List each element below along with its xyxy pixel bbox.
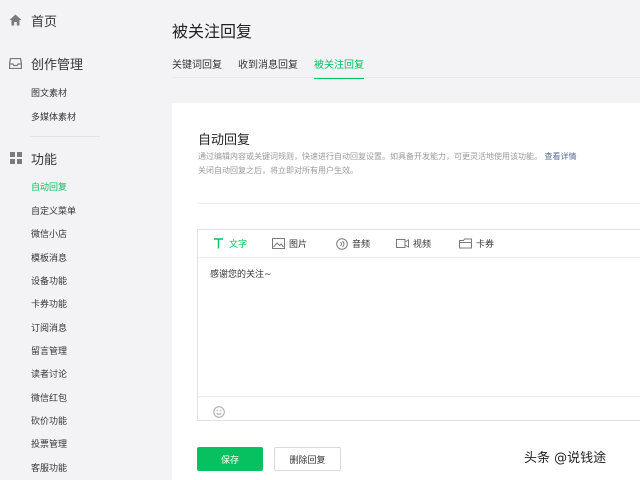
- desc-line2: 关闭自动回复之后，将立即对所有用户生效。: [198, 166, 358, 175]
- editor-footer-divider: [198, 396, 640, 397]
- nav-sub-item[interactable]: 留言管理: [31, 344, 67, 357]
- tool-video-label: 视频: [413, 240, 432, 250]
- image-icon: [272, 238, 285, 250]
- tool-image[interactable]: 图片: [272, 237, 307, 250]
- nav-sub-item[interactable]: 投票管理: [31, 437, 67, 450]
- panel-divider: [198, 203, 640, 204]
- tab-keyword-reply[interactable]: 关键词回复: [172, 56, 222, 79]
- nav-sub-item[interactable]: 客服功能: [31, 461, 67, 474]
- reply-content-text[interactable]: 感谢您的关注~: [210, 267, 272, 280]
- card-icon: [459, 238, 472, 250]
- tool-text-label: 文字: [229, 240, 248, 250]
- app-root: 首页 创作管理 图文素材 多媒体素材 功能 自动回复 自定义菜单 微信小店 模板…: [0, 0, 640, 480]
- reply-editor: 文字 图片 音频 视频 卡券 感谢您的关注~: [197, 229, 640, 421]
- nav-sub-item-auto-reply[interactable]: 自动回复: [31, 180, 67, 193]
- nav-home-label: 首页: [31, 14, 58, 30]
- main-content: 被关注回复 关键词回复 收到消息回复 被关注回复 自动回复 通过编辑内容或关键词…: [145, 0, 640, 480]
- nav-sub-item[interactable]: 模板消息: [31, 251, 67, 264]
- nav-sub-item[interactable]: 卡券功能: [31, 297, 67, 310]
- nav-sub-item[interactable]: 设备功能: [31, 274, 67, 287]
- tab-follow-reply[interactable]: 被关注回复: [314, 56, 364, 79]
- save-button[interactable]: 保存: [197, 447, 263, 471]
- nav-sub-item[interactable]: 多媒体素材: [31, 110, 76, 123]
- inbox-icon: [8, 56, 23, 71]
- panel-description: 通过编辑内容或关键词规则，快速进行自动回复设置。如具备开发能力，可更灵活地使用该…: [198, 150, 638, 178]
- sidebar-divider: [30, 136, 100, 137]
- panel-title: 自动回复: [198, 133, 251, 148]
- page-title: 被关注回复: [172, 22, 253, 41]
- tab-message-reply[interactable]: 收到消息回复: [238, 56, 298, 79]
- audio-icon: [335, 237, 348, 250]
- auto-reply-panel: 自动回复 通过编辑内容或关键词规则，快速进行自动回复设置。如具备开发能力，可更灵…: [172, 103, 640, 480]
- nav-creation-label: 创作管理: [31, 57, 84, 73]
- nav-sub-item[interactable]: 读者讨论: [31, 367, 67, 380]
- nav-sub-item[interactable]: 图文素材: [31, 86, 67, 99]
- tool-text[interactable]: 文字: [212, 237, 247, 250]
- tool-audio-label: 音频: [352, 240, 371, 250]
- delete-reply-button[interactable]: 删除回复: [274, 447, 341, 471]
- nav-sub-item[interactable]: 微信小店: [31, 227, 67, 240]
- tool-card-label: 卡券: [476, 240, 495, 250]
- watermark: 头条 @说钱途: [524, 451, 607, 466]
- tool-audio[interactable]: 音频: [335, 237, 370, 250]
- nav-sub-item[interactable]: 砍价功能: [31, 414, 67, 427]
- home-icon: [8, 13, 23, 28]
- tool-card[interactable]: 卡券: [459, 237, 494, 250]
- nav-home[interactable]: 首页: [8, 8, 57, 32]
- tab-bar: 关键词回复 收到消息回复 被关注回复: [172, 56, 364, 79]
- text-icon: [212, 238, 225, 250]
- tab-divider: [172, 77, 640, 78]
- nav-sub-item[interactable]: 自定义菜单: [31, 204, 76, 217]
- nav-creation[interactable]: 创作管理: [8, 51, 83, 75]
- editor-toolbar: 文字 图片 音频 视频 卡券: [198, 230, 640, 258]
- view-details-link[interactable]: 查看详情: [545, 152, 577, 161]
- grid-icon: [8, 151, 23, 166]
- nav-sub-item[interactable]: 微信红包: [31, 391, 67, 404]
- sidebar: 首页 创作管理 图文素材 多媒体素材 功能 自动回复 自定义菜单 微信小店 模板…: [0, 0, 145, 480]
- tool-video[interactable]: 视频: [396, 237, 431, 250]
- nav-features[interactable]: 功能: [8, 146, 57, 170]
- nav-features-label: 功能: [31, 152, 58, 168]
- desc-line1: 通过编辑内容或关键词规则，快速进行自动回复设置。如具备开发能力，可更灵活地使用该…: [198, 152, 542, 161]
- video-icon: [396, 238, 409, 250]
- tool-image-label: 图片: [289, 240, 308, 250]
- emoji-icon[interactable]: [213, 403, 225, 418]
- nav-sub-item[interactable]: 订阅消息: [31, 321, 67, 334]
